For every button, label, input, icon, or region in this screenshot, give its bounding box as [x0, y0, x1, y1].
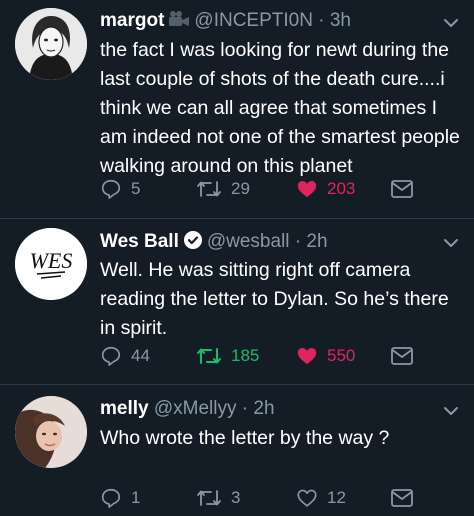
tweet[interactable]: melly @xMellyy · 2h Who wrote the letter…	[0, 384, 474, 516]
avatar-illustration-icon	[15, 8, 87, 80]
envelope-icon	[391, 489, 413, 507]
chevron-down-icon[interactable]	[442, 14, 460, 32]
reply-icon	[101, 346, 121, 366]
envelope-icon	[391, 180, 413, 198]
retweet-count: 29	[231, 179, 250, 198]
chevron-down-icon[interactable]	[442, 402, 460, 420]
retweet-count: 3	[231, 488, 241, 507]
user-handle[interactable]: @INCEPTI0N	[194, 10, 313, 31]
like-button[interactable]: 550	[296, 343, 355, 369]
reply-icon	[101, 488, 121, 508]
chevron-down-icon[interactable]	[442, 234, 460, 252]
separator-dot: ·	[236, 398, 254, 419]
movie-camera-icon	[168, 10, 190, 34]
tweet-text: the fact I was looking for newt during t…	[100, 39, 460, 177]
reply-button[interactable]: 44	[100, 343, 150, 369]
avatar[interactable]	[15, 396, 87, 468]
separator-dot: ·	[312, 10, 330, 31]
tweet[interactable]: margot @INCEPTI0N · 3h the fact I was loo…	[0, 0, 474, 219]
retweet-button[interactable]: 29	[196, 176, 250, 202]
avatar[interactable]: WES	[15, 228, 87, 300]
retweet-icon	[197, 490, 221, 506]
reply-count: 5	[131, 179, 141, 198]
envelope-icon	[391, 347, 413, 365]
verified-badge-icon	[183, 230, 203, 256]
avatar[interactable]	[15, 8, 87, 80]
like-count: 550	[327, 346, 356, 365]
like-button[interactable]: 203	[296, 176, 355, 202]
avatar-photo-icon	[15, 396, 87, 468]
heart-outline-icon	[297, 489, 317, 507]
like-button[interactable]: 12	[296, 485, 346, 511]
reply-button[interactable]: 1	[100, 485, 140, 511]
tweet[interactable]: WES Wes Ball @wesball · 2h Well. He was s…	[0, 218, 474, 385]
like-count: 203	[327, 179, 356, 198]
retweet-icon	[197, 181, 221, 197]
separator-dot: ·	[289, 231, 307, 252]
display-name[interactable]: Wes Ball	[100, 231, 179, 252]
dm-button[interactable]	[390, 343, 414, 369]
user-handle[interactable]: @xMellyy	[154, 398, 237, 419]
timestamp[interactable]: 3h	[330, 10, 351, 31]
svg-text:WES: WES	[30, 248, 73, 273]
display-name[interactable]: melly	[100, 398, 149, 419]
user-handle[interactable]: @wesball	[207, 231, 290, 252]
dm-button[interactable]	[390, 176, 414, 202]
tweet-actions: 5 29 203	[100, 176, 420, 202]
reply-count: 44	[131, 346, 150, 365]
tweet-text: Well. He was sitting right off camera re…	[100, 259, 449, 339]
timestamp[interactable]: 2h	[253, 398, 274, 419]
tweet-text: Who wrote the letter by the way ?	[100, 427, 390, 449]
heart-filled-icon	[297, 181, 317, 198]
reply-button[interactable]: 5	[100, 176, 140, 202]
retweet-count: 185	[231, 346, 260, 365]
retweet-button[interactable]: 3	[196, 485, 240, 511]
reply-count: 1	[131, 488, 141, 507]
timestamp[interactable]: 2h	[306, 231, 327, 252]
retweet-icon	[197, 348, 221, 364]
heart-filled-icon	[297, 348, 317, 365]
display-name[interactable]: margot	[100, 10, 164, 31]
retweet-button[interactable]: 185	[196, 343, 259, 369]
like-count: 12	[327, 488, 346, 507]
tweet-actions: 44 185 550	[100, 343, 420, 369]
tweet-actions: 1 3 12	[100, 485, 420, 511]
reply-icon	[101, 179, 121, 199]
wes-logo-icon: WES	[15, 228, 87, 300]
dm-button[interactable]	[390, 485, 414, 511]
